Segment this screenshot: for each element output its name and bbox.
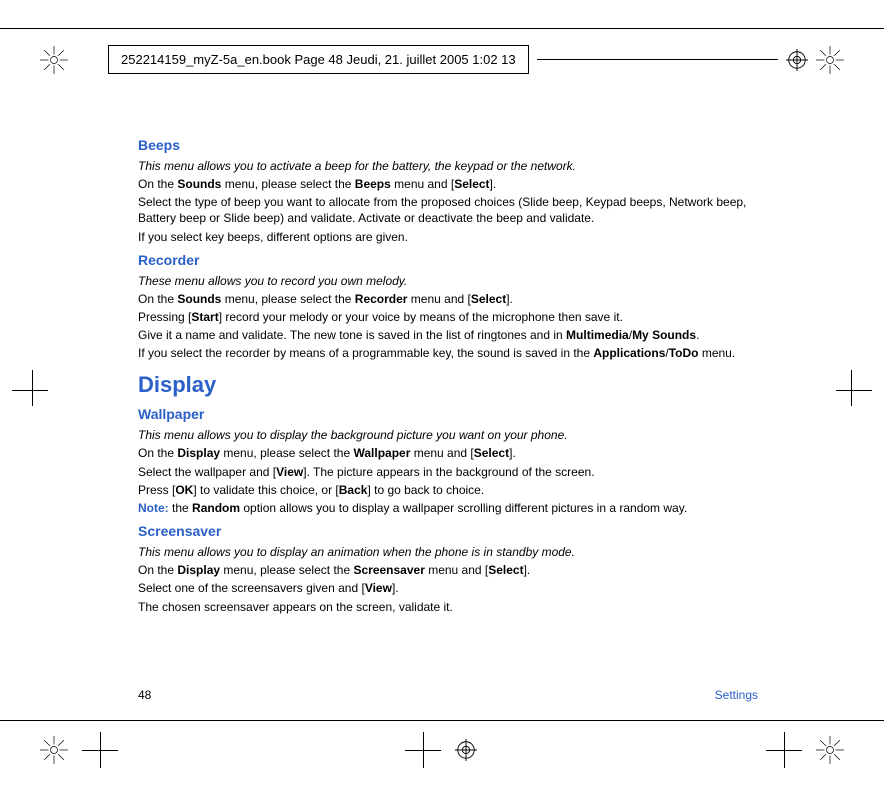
footer-label: Settings [715, 688, 758, 702]
registration-icon [455, 739, 477, 761]
recorder-line4: If you select the recorder by means of a… [138, 345, 758, 361]
beeps-line3: If you select key beeps, different optio… [138, 229, 758, 245]
beeps-intro: This menu allows you to activate a beep … [138, 158, 758, 174]
wallpaper-line1: On the Display menu, please select the W… [138, 445, 758, 461]
starburst-icon [816, 46, 844, 74]
wallpaper-line2: Select the wallpaper and [View]. The pic… [138, 464, 758, 480]
wallpaper-line3: Press [OK] to validate this choice, or [… [138, 482, 758, 498]
heading-display: Display [138, 370, 758, 400]
print-stamp: 252214159_myZ-5a_en.book Page 48 Jeudi, … [108, 45, 529, 74]
recorder-line3: Give it a name and validate. The new ton… [138, 327, 758, 343]
page-number: 48 [138, 688, 151, 702]
wallpaper-intro: This menu allows you to display the back… [138, 427, 758, 443]
screensaver-line2: Select one of the screensavers given and… [138, 580, 758, 596]
heading-screensaver: Screensaver [138, 522, 758, 541]
screensaver-intro: This menu allows you to display an anima… [138, 544, 758, 560]
screensaver-line1: On the Display menu, please select the S… [138, 562, 758, 578]
heading-recorder: Recorder [138, 251, 758, 270]
registration-icon [786, 49, 808, 71]
beeps-line2: Select the type of beep you want to allo… [138, 194, 758, 226]
print-header-row: 252214159_myZ-5a_en.book Page 48 Jeudi, … [40, 45, 844, 74]
crop-group-bottom-right [766, 732, 844, 768]
screensaver-line3: The chosen screensaver appears on the sc… [138, 599, 758, 615]
wallpaper-note: Note: the Random option allows you to di… [138, 500, 758, 516]
print-stamp-text: 252214159_myZ-5a_en.book Page 48 Jeudi, … [121, 52, 516, 67]
beeps-line1: On the Sounds menu, please select the Be… [138, 176, 758, 192]
recorder-intro: These menu allows you to record you own … [138, 273, 758, 289]
header-rule [537, 59, 778, 60]
heading-wallpaper: Wallpaper [138, 405, 758, 424]
heading-beeps: Beeps [138, 136, 758, 155]
crop-group-bottom-center [405, 732, 477, 768]
crop-group-bottom-left [40, 732, 118, 768]
starburst-icon [40, 736, 68, 764]
recorder-line1: On the Sounds menu, please select the Re… [138, 291, 758, 307]
recorder-line2: Pressing [Start] record your melody or y… [138, 309, 758, 325]
page-content: Beeps This menu allows you to activate a… [138, 130, 758, 617]
page-footer: 48 Settings [138, 688, 758, 702]
starburst-icon [816, 736, 844, 764]
rule-bottom [0, 720, 884, 721]
rule-top [0, 28, 884, 29]
starburst-icon [40, 46, 68, 74]
